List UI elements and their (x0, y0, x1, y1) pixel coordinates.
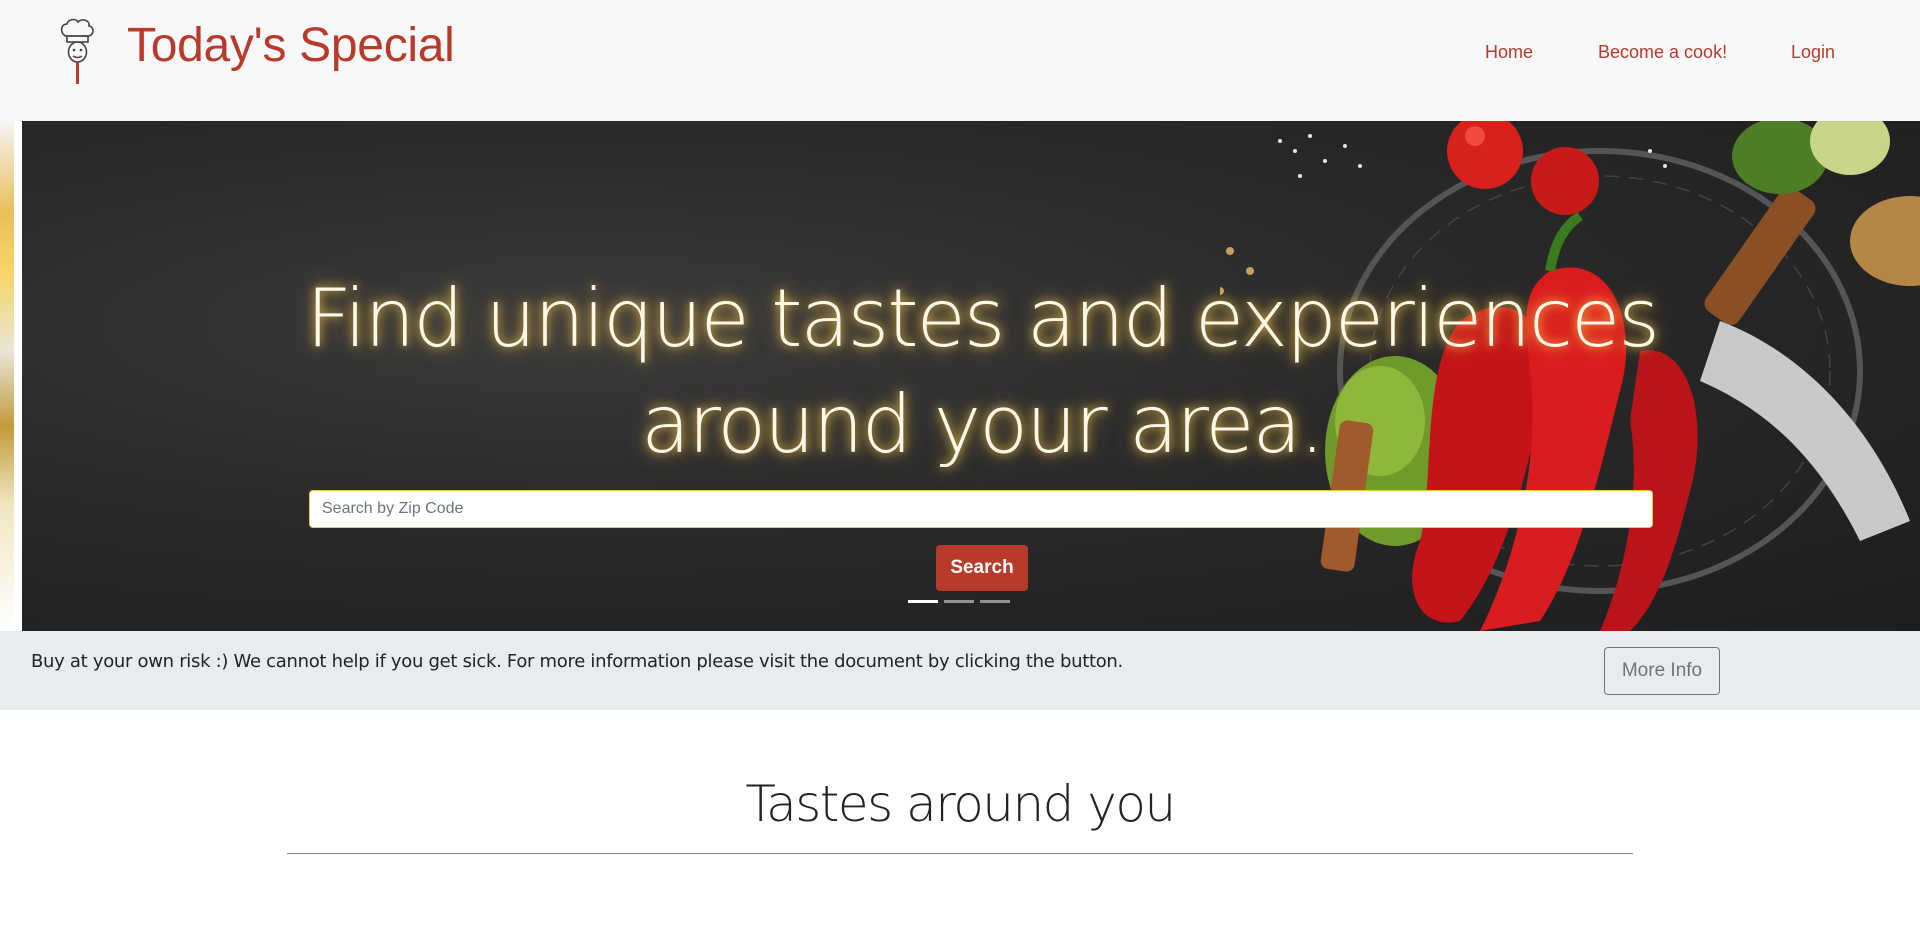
previous-slide-peek (0, 121, 22, 631)
nav-home[interactable]: Home (1485, 42, 1533, 63)
carousel-indicator-3[interactable] (980, 600, 1010, 603)
carousel-indicator-2[interactable] (944, 600, 974, 603)
section-divider (287, 853, 1633, 854)
section-title: Tastes around you (745, 775, 1176, 833)
navbar: Today's Special Home Become a cook! Logi… (0, 0, 1920, 121)
more-info-button[interactable]: More Info (1604, 647, 1720, 695)
hero-title: Find unique tastes and experiences aroun… (22, 266, 1920, 478)
hero-title-line-2: around your area. (641, 378, 1325, 471)
nav-become-cook[interactable]: Become a cook! (1598, 42, 1727, 63)
carousel-indicators (908, 600, 1010, 603)
carousel-indicator-1[interactable] (908, 600, 938, 603)
brand-name[interactable]: Today's Special (127, 18, 455, 73)
nav-login[interactable]: Login (1791, 42, 1835, 63)
search-button[interactable]: Search (936, 545, 1028, 591)
hero-carousel: Find unique tastes and experiences aroun… (0, 121, 1920, 631)
hero-title-line-1: Find unique tastes and experiences (306, 272, 1660, 365)
disclaimer-text: Buy at your own risk :) We cannot help i… (31, 651, 1123, 672)
zip-search-input[interactable] (309, 490, 1653, 528)
disclaimer-bar: Buy at your own risk :) We cannot help i… (0, 631, 1920, 710)
chef-hat-icon[interactable] (58, 18, 96, 86)
